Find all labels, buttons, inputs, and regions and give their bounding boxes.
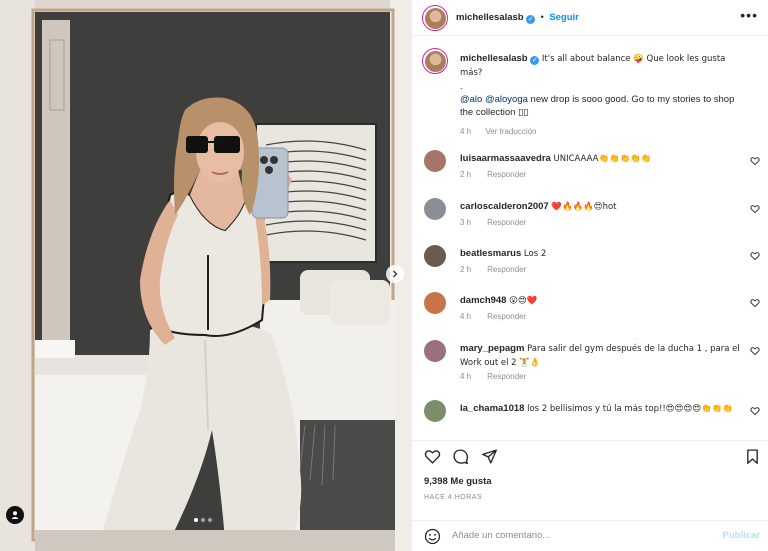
comment-time: 2 h bbox=[460, 265, 472, 274]
commenter-avatar[interactable] bbox=[424, 198, 446, 220]
reply-button[interactable]: Responder bbox=[487, 265, 526, 274]
more-options-icon[interactable]: ••• bbox=[740, 8, 758, 22]
comment-text: UNICAAAA👏👏👏👏👏 bbox=[553, 154, 652, 164]
instagram-post-view: michellesalasb ✓ • Seguir ••• michellesa… bbox=[0, 0, 768, 551]
comment-time: 4 h bbox=[460, 372, 472, 381]
photo-scene bbox=[0, 0, 412, 551]
caption-time: 4 h bbox=[460, 127, 472, 136]
comment-input[interactable]: Añade un comentario... bbox=[452, 530, 550, 541]
reply-button[interactable]: Responder bbox=[487, 312, 526, 321]
smiley-icon[interactable] bbox=[424, 528, 441, 545]
heart-icon[interactable] bbox=[424, 448, 441, 465]
carousel-dot bbox=[194, 518, 198, 522]
comment-text: 😮😍❤️ bbox=[509, 296, 538, 306]
post-header: michellesalasb ✓ • Seguir ••• bbox=[412, 0, 768, 36]
comment-text: ❤️🔥🔥🔥😍hot bbox=[551, 202, 617, 212]
commenter-avatar[interactable] bbox=[424, 150, 446, 172]
post-actions-bar bbox=[412, 440, 768, 470]
tagged-people-button[interactable] bbox=[6, 506, 24, 524]
carousel-dot bbox=[201, 518, 205, 522]
comment-time: 3 h bbox=[460, 218, 472, 227]
caption-author-avatar[interactable] bbox=[422, 48, 448, 74]
translate-link[interactable]: Ver traducción bbox=[485, 127, 536, 136]
separator-dot: • bbox=[540, 12, 544, 22]
commenter-username[interactable]: mary_pepagm bbox=[460, 343, 524, 354]
person-tag-icon bbox=[11, 511, 19, 519]
carousel-dots bbox=[194, 518, 212, 522]
commenter-username[interactable]: damch948 bbox=[460, 295, 506, 306]
commenter-avatar[interactable] bbox=[424, 245, 446, 267]
post-timestamp: HACE 4 HORAS bbox=[424, 494, 483, 501]
commenter-avatar[interactable] bbox=[424, 400, 446, 422]
post-photo[interactable] bbox=[0, 0, 412, 551]
caption-dot: . bbox=[460, 81, 463, 92]
heart-icon[interactable] bbox=[750, 156, 760, 166]
commenter-avatar[interactable] bbox=[424, 340, 446, 362]
verified-badge-icon: ✓ bbox=[530, 56, 540, 65]
add-comment-bar: Añade un comentario... Publicar bbox=[412, 520, 768, 551]
chevron-right-icon bbox=[393, 270, 398, 278]
reply-button[interactable]: Responder bbox=[487, 372, 526, 381]
author-avatar[interactable] bbox=[422, 5, 448, 31]
commenter-username[interactable]: luisaarmassaavedra bbox=[460, 153, 551, 164]
post-details-panel: michellesalasb ✓ • Seguir ••• michellesa… bbox=[412, 0, 768, 551]
commenter-username[interactable]: carloscalderon2007 bbox=[460, 201, 549, 212]
likes-count[interactable]: 9,398 Me gusta bbox=[424, 476, 492, 487]
mention-alo[interactable]: @alo bbox=[460, 94, 482, 105]
comment-time: 2 h bbox=[460, 170, 472, 179]
heart-icon[interactable] bbox=[750, 204, 760, 214]
comment-text: los 2 bellisimos y tú la más top!!😍😍😍😍👏👏… bbox=[527, 404, 733, 414]
commenter-username[interactable]: la_chama1018 bbox=[460, 403, 524, 414]
heart-icon[interactable] bbox=[750, 406, 760, 416]
reply-button[interactable]: Responder bbox=[487, 170, 526, 179]
verified-badge-icon: ✓ bbox=[526, 15, 536, 24]
carousel-dot bbox=[208, 518, 212, 522]
heart-icon[interactable] bbox=[750, 298, 760, 308]
paper-plane-icon[interactable] bbox=[481, 448, 498, 465]
heart-icon[interactable] bbox=[750, 251, 760, 261]
mention-aloyoga[interactable]: @aloyoga bbox=[485, 94, 528, 105]
heart-icon[interactable] bbox=[750, 346, 760, 356]
comment-icon[interactable] bbox=[452, 448, 469, 465]
comment-time: 4 h bbox=[460, 312, 472, 321]
caption-username[interactable]: michellesalasb bbox=[460, 53, 528, 64]
publish-button[interactable]: Publicar bbox=[723, 530, 761, 541]
commenter-username[interactable]: beatlesmarus bbox=[460, 248, 521, 259]
follow-button[interactable]: Seguir bbox=[549, 12, 579, 23]
next-photo-button[interactable] bbox=[386, 265, 404, 283]
bookmark-icon[interactable] bbox=[744, 448, 761, 465]
commenter-avatar[interactable] bbox=[424, 292, 446, 314]
comment-text: Los 2 bbox=[523, 249, 547, 259]
reply-button[interactable]: Responder bbox=[487, 218, 526, 227]
author-username[interactable]: michellesalasb bbox=[456, 12, 524, 23]
